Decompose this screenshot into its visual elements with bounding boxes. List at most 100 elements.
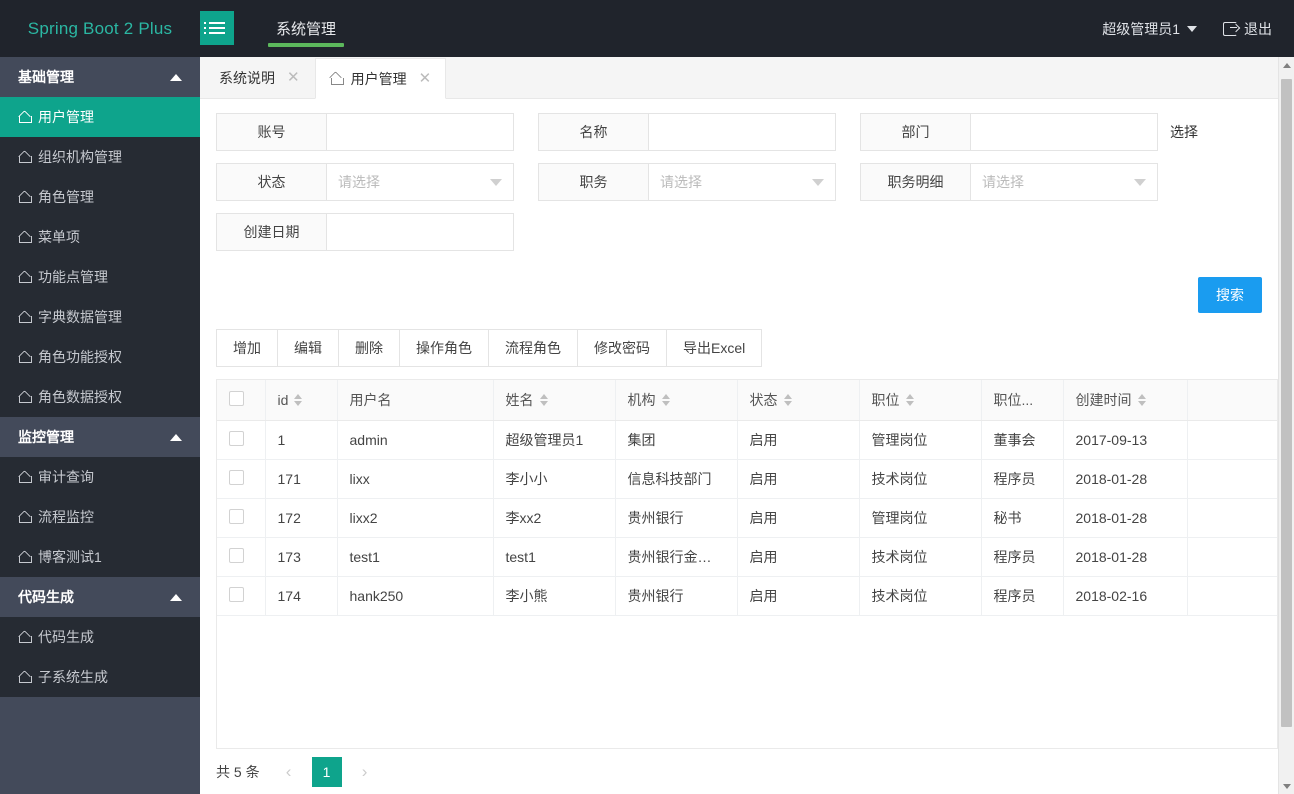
- chevron-left-icon[interactable]: ‹: [276, 758, 302, 786]
- department-input[interactable]: [971, 114, 1157, 150]
- job-select[interactable]: 请选择: [649, 164, 835, 200]
- row-checkbox-cell: [217, 459, 266, 499]
- scroll-down-icon[interactable]: [1279, 778, 1294, 794]
- department-pick-link[interactable]: 选择: [1170, 113, 1198, 151]
- column-header-name[interactable]: 姓名: [493, 380, 616, 421]
- delete-button[interactable]: 删除: [339, 329, 400, 367]
- vertical-scrollbar[interactable]: [1278, 57, 1294, 794]
- field-department: 部门: [860, 113, 1158, 151]
- sidebar-group-header-codegen[interactable]: 代码生成: [0, 577, 200, 617]
- row-checkbox[interactable]: [229, 586, 244, 602]
- top-nav-item-system-management[interactable]: 系统管理: [254, 0, 358, 57]
- sidebar-item-role-management[interactable]: 角色管理: [0, 177, 200, 217]
- column-header-state[interactable]: 状态: [737, 380, 860, 421]
- cell-id: 172: [265, 498, 338, 538]
- table-body: 1 admin 超级管理员1 集团 启用 管理岗位 董事会 2017-09-13: [217, 420, 1277, 616]
- cell-name: test1: [493, 537, 616, 577]
- column-header-post[interactable]: 职位: [859, 380, 982, 421]
- job-detail-select[interactable]: 请选择: [971, 164, 1157, 200]
- close-icon[interactable]: ✕: [287, 70, 300, 85]
- sort-icon[interactable]: [539, 393, 548, 406]
- sort-icon[interactable]: [294, 393, 303, 406]
- export-excel-button[interactable]: 导出Excel: [667, 329, 763, 367]
- chevron-right-icon[interactable]: ›: [352, 758, 378, 786]
- sidebar-group-header-monitor[interactable]: 监控管理: [0, 417, 200, 457]
- process-role-button[interactable]: 流程角色: [489, 329, 578, 367]
- field-job: 职务 请选择: [538, 163, 836, 201]
- add-button[interactable]: 增加: [216, 329, 278, 367]
- sidebar-item-label: 组织机构管理: [38, 149, 122, 165]
- home-icon: [18, 311, 32, 323]
- column-header-created-time[interactable]: 创建时间: [1063, 380, 1188, 421]
- sidebar-item-audit-query[interactable]: 审计查询: [0, 457, 200, 497]
- user-menu[interactable]: 超级管理员1: [1102, 19, 1197, 39]
- sidebar-group-header-basic[interactable]: 基础管理: [0, 57, 200, 97]
- sidebar-item-user-management[interactable]: 用户管理: [0, 97, 200, 137]
- row-checkbox-cell: [217, 498, 266, 538]
- cell-state: 启用: [737, 459, 860, 499]
- scroll-up-icon[interactable]: [1279, 57, 1294, 73]
- operate-role-button[interactable]: 操作角色: [400, 329, 489, 367]
- tab-user-management[interactable]: 用户管理 ✕: [314, 58, 447, 99]
- table-row[interactable]: 173 test1 test1 贵州银行金… 启用 技术岗位 程序员 2018-…: [217, 537, 1277, 577]
- change-password-button[interactable]: 修改密码: [578, 329, 667, 367]
- menu-list-icon: [204, 22, 225, 24]
- sort-icon[interactable]: [661, 393, 670, 406]
- sidebar-item-label: 用户管理: [38, 109, 94, 125]
- search-form: 账号 名称 部门 选择 状态 请选择 职务 请选择 职务明细 请选择 创建日期 …: [216, 113, 1278, 313]
- sidebar-item-blog-test-1[interactable]: 博客测试1: [0, 537, 200, 577]
- sidebar-item-label: 审计查询: [38, 469, 94, 485]
- tab-system-description[interactable]: 系统说明 ✕: [204, 57, 315, 98]
- app-root: Spring Boot 2 Plus 系统管理 超级管理员1 退出 基础管理 用…: [0, 0, 1294, 794]
- column-header-username[interactable]: 用户名: [337, 380, 494, 421]
- table-row[interactable]: 171 lixx 李小小 信息科技部门 启用 技术岗位 程序员 2018-01-…: [217, 459, 1277, 499]
- cell-state: 启用: [737, 420, 860, 460]
- status-select[interactable]: 请选择: [327, 164, 513, 200]
- sidebar-item-function-point-management[interactable]: 功能点管理: [0, 257, 200, 297]
- select-all-checkbox[interactable]: [229, 390, 244, 406]
- home-icon: [18, 151, 32, 163]
- table-row[interactable]: 172 lixx2 李xx2 贵州银行 启用 管理岗位 秘书 2018-01-2…: [217, 498, 1277, 538]
- cell-name: 李小熊: [493, 576, 616, 616]
- sidebar-item-process-monitor[interactable]: 流程监控: [0, 497, 200, 537]
- sidebar-item-role-function-auth[interactable]: 角色功能授权: [0, 337, 200, 377]
- search-form-row-1: 账号 名称 部门 选择: [216, 113, 1278, 163]
- name-input[interactable]: [649, 114, 835, 150]
- create-date-input[interactable]: [327, 214, 513, 250]
- cell-post: 管理岗位: [859, 420, 982, 460]
- sidebar-item-dictionary-data-management[interactable]: 字典数据管理: [0, 297, 200, 337]
- sidebar-item-code-generation[interactable]: 代码生成: [0, 617, 200, 657]
- sidebar-item-org-management[interactable]: 组织机构管理: [0, 137, 200, 177]
- row-checkbox[interactable]: [229, 547, 244, 563]
- sidebar-item-menu-items[interactable]: 菜单项: [0, 217, 200, 257]
- cell-created: 2018-02-16: [1063, 576, 1188, 616]
- cell-username: test1: [337, 537, 494, 577]
- sort-icon[interactable]: [1137, 393, 1146, 406]
- close-icon[interactable]: ✕: [419, 71, 432, 86]
- table-row[interactable]: 174 hank250 李小熊 贵州银行 启用 技术岗位 程序员 2018-02…: [217, 576, 1277, 616]
- row-checkbox[interactable]: [229, 469, 244, 485]
- row-checkbox[interactable]: [229, 508, 244, 524]
- row-checkbox[interactable]: [229, 430, 244, 446]
- sidebar-item-role-data-auth[interactable]: 角色数据授权: [0, 377, 200, 417]
- edit-button[interactable]: 编辑: [278, 329, 339, 367]
- sidebar-item-label: 角色数据授权: [38, 389, 122, 405]
- sort-icon[interactable]: [783, 393, 792, 406]
- column-header-id[interactable]: id: [265, 380, 338, 421]
- job-detail-select-value: 请选择: [982, 174, 1024, 190]
- field-job-detail: 职务明细 请选择: [860, 163, 1158, 201]
- cell-post-detail: 董事会: [981, 420, 1064, 460]
- menu-toggle-button[interactable]: [200, 11, 234, 45]
- scrollbar-thumb[interactable]: [1281, 79, 1292, 727]
- sidebar-item-subsystem-generation[interactable]: 子系统生成: [0, 657, 200, 697]
- sort-icon[interactable]: [905, 393, 914, 406]
- table-row[interactable]: 1 admin 超级管理员1 集团 启用 管理岗位 董事会 2017-09-13: [217, 420, 1277, 460]
- cell-org: 集团: [615, 420, 738, 460]
- logout-button[interactable]: 退出: [1223, 19, 1272, 39]
- search-button[interactable]: 搜索: [1198, 277, 1262, 313]
- column-header-post-detail[interactable]: 职位...: [981, 380, 1064, 421]
- column-header-org[interactable]: 机构: [615, 380, 738, 421]
- account-input[interactable]: [327, 114, 513, 150]
- pagination-page-1[interactable]: 1: [311, 756, 342, 787]
- row-checkbox-cell: [217, 420, 266, 460]
